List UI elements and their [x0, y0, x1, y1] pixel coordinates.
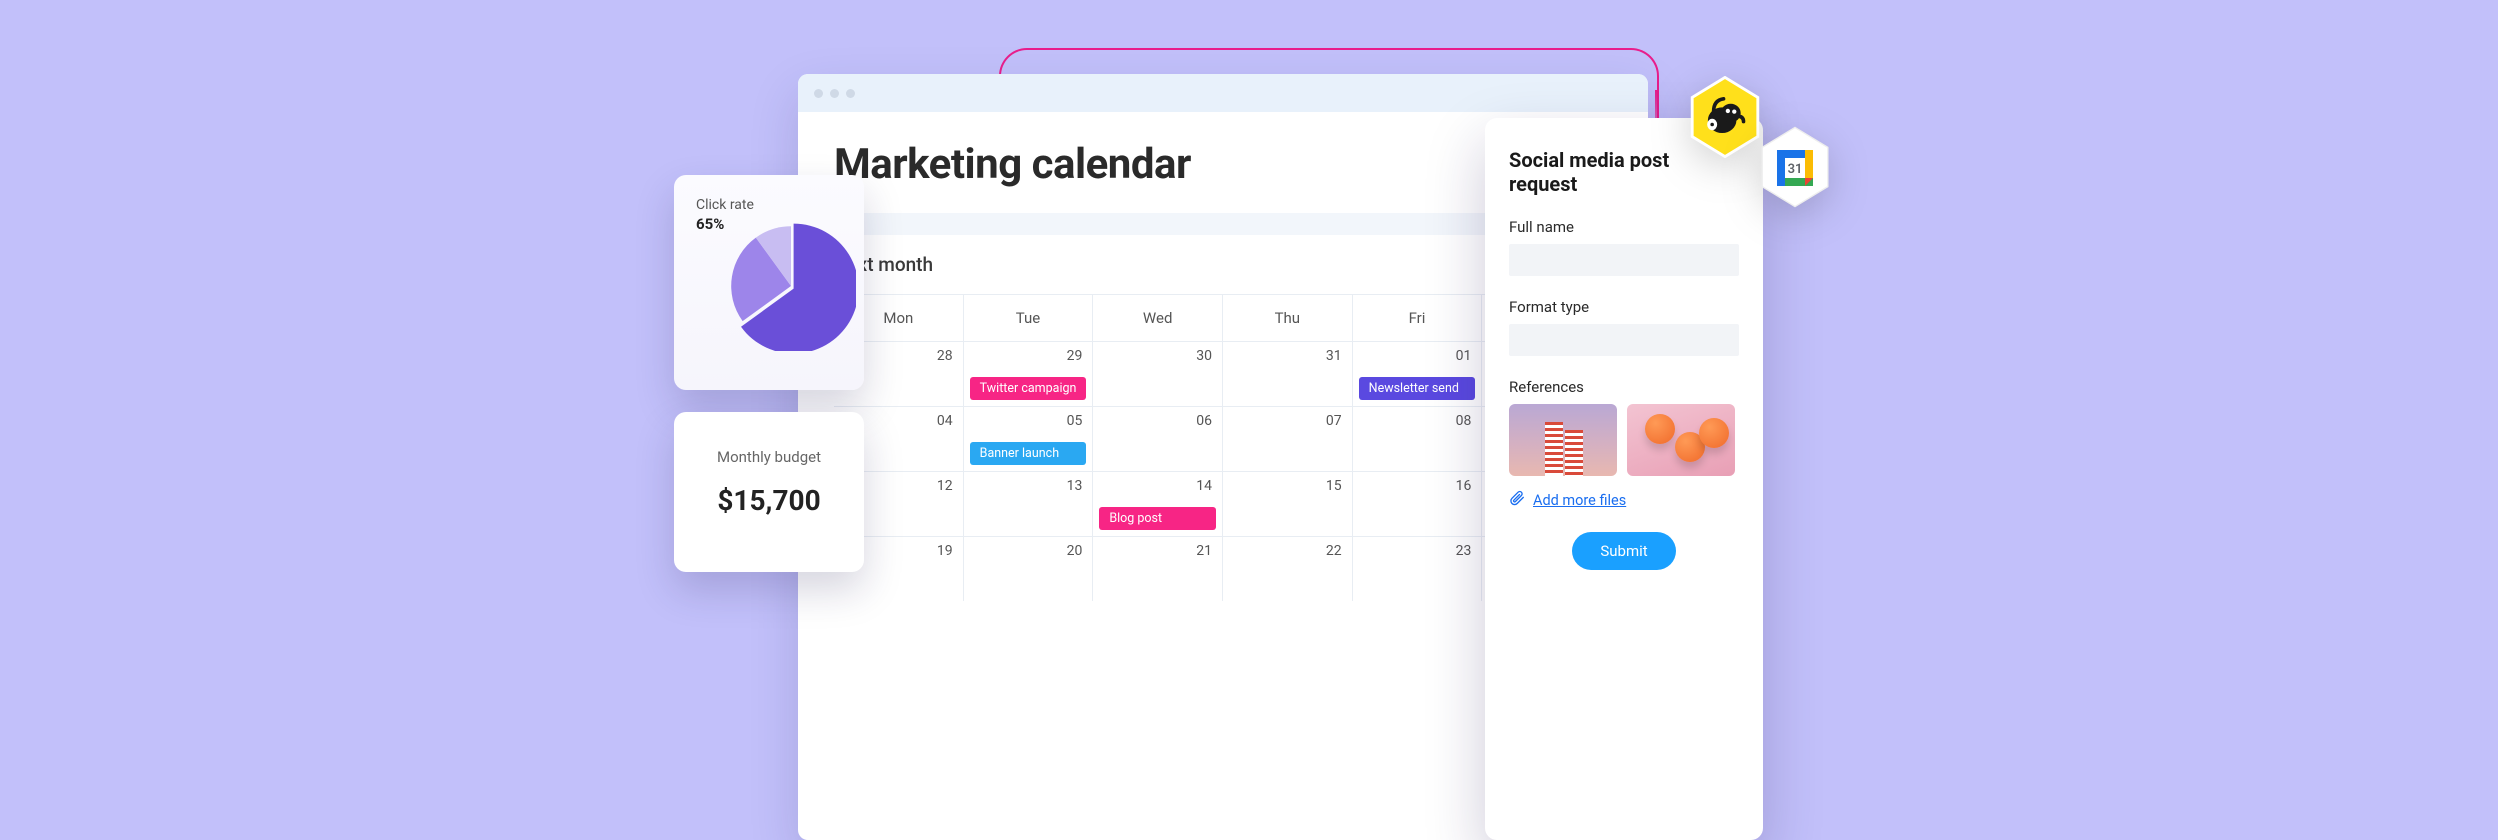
submit-button[interactable]: Submit	[1572, 532, 1675, 570]
calendar-event[interactable]: Newsletter send	[1359, 377, 1476, 400]
calendar-date: 23	[1363, 543, 1472, 559]
format-type-label: Format type	[1509, 298, 1739, 316]
calendar-event[interactable]: Banner launch	[970, 442, 1087, 465]
click-rate-pie-chart	[726, 221, 856, 351]
calendar-cell[interactable]: 15	[1223, 472, 1353, 536]
budget-card: Monthly budget $15,700	[674, 412, 864, 572]
paperclip-icon	[1509, 490, 1525, 510]
calendar-cell[interactable]: 13	[964, 472, 1094, 536]
calendar-event[interactable]: Twitter campaign	[970, 377, 1087, 400]
budget-label: Monthly budget	[674, 448, 864, 466]
calendar-cell[interactable]: 31	[1223, 342, 1353, 406]
calendar-cell[interactable]: 06	[1093, 407, 1223, 471]
calendar-cell[interactable]: 08	[1353, 407, 1483, 471]
mailchimp-icon[interactable]	[1689, 76, 1761, 158]
google-calendar-icon[interactable]: 31	[1759, 126, 1831, 208]
window-titlebar	[798, 74, 1648, 112]
calendar-cell[interactable]: 23	[1353, 537, 1483, 601]
calendar-cell[interactable]: 30	[1093, 342, 1223, 406]
request-form-card: Social media post request Full name Form…	[1485, 118, 1763, 840]
reference-image[interactable]	[1627, 404, 1735, 476]
day-header: Tue	[964, 295, 1094, 341]
calendar-cell[interactable]: 21	[1093, 537, 1223, 601]
gcal-day: 31	[1788, 162, 1803, 177]
calendar-date: 08	[1363, 413, 1472, 429]
calendar-date: 01	[1363, 348, 1472, 364]
budget-value: $15,700	[674, 484, 864, 517]
calendar-date: 22	[1233, 543, 1342, 559]
calendar-date: 14	[1103, 478, 1212, 494]
references-label: References	[1509, 378, 1739, 396]
calendar-cell[interactable]: 20	[964, 537, 1094, 601]
day-header: Fri	[1353, 295, 1483, 341]
calendar-cell[interactable]: 16	[1353, 472, 1483, 536]
calendar-date: 05	[974, 413, 1083, 429]
calendar-cell[interactable]: 07	[1223, 407, 1353, 471]
calendar-cell[interactable]: 01 Newsletter send	[1353, 342, 1483, 406]
traffic-light-dot	[814, 89, 823, 98]
calendar-date: 29	[974, 348, 1083, 364]
calendar-date: 16	[1363, 478, 1472, 494]
calendar-cell[interactable]: 29 Twitter campaign	[964, 342, 1094, 406]
traffic-light-dot	[846, 89, 855, 98]
day-header: Wed	[1093, 295, 1223, 341]
add-more-files-link[interactable]: Add more files	[1533, 492, 1626, 509]
calendar-cell[interactable]: 05 Banner launch	[964, 407, 1094, 471]
calendar-date: 20	[974, 543, 1083, 559]
click-rate-label: Click rate	[696, 197, 842, 213]
reference-image[interactable]	[1509, 404, 1617, 476]
calendar-date: 06	[1103, 413, 1212, 429]
calendar-cell[interactable]: 22	[1223, 537, 1353, 601]
full-name-input[interactable]	[1509, 244, 1739, 276]
day-header: Thu	[1223, 295, 1353, 341]
traffic-light-dot	[830, 89, 839, 98]
format-type-input[interactable]	[1509, 324, 1739, 356]
calendar-date: 31	[1233, 348, 1342, 364]
calendar-date: 07	[1233, 413, 1342, 429]
click-rate-card: Click rate 65%	[674, 175, 864, 390]
calendar-date: 21	[1103, 543, 1212, 559]
calendar-date: 15	[1233, 478, 1342, 494]
calendar-cell[interactable]: 14 Blog post	[1093, 472, 1223, 536]
calendar-date: 13	[974, 478, 1083, 494]
calendar-event[interactable]: Blog post	[1099, 507, 1216, 530]
full-name-label: Full name	[1509, 218, 1739, 236]
calendar-date: 30	[1103, 348, 1212, 364]
